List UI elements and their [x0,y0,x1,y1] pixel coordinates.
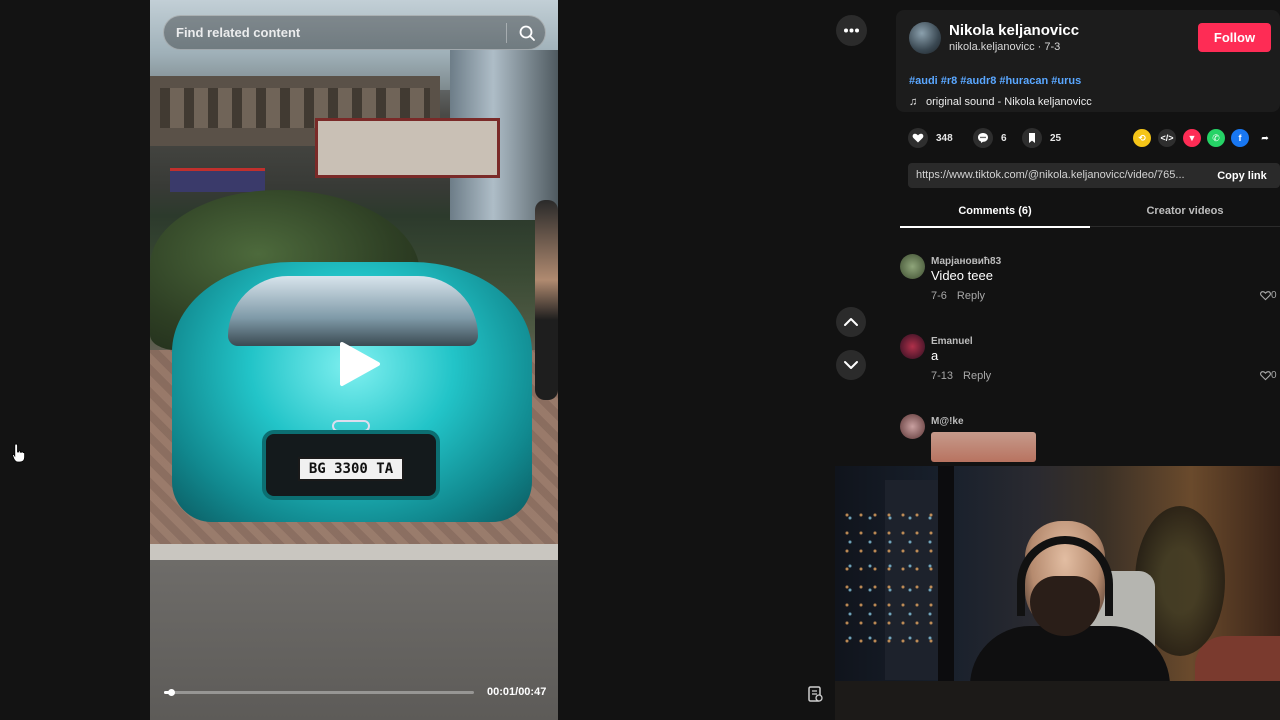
ellipsis-icon [844,28,859,33]
reply-button[interactable]: Reply [957,290,985,302]
video-link-box: https://www.tiktok.com/@nikola.keljanovi… [908,163,1280,188]
favorite-count: 25 [1050,132,1062,144]
commenter-name[interactable]: M@!ke [931,416,964,427]
comment-button[interactable]: 6 [973,127,1007,149]
progress-knob[interactable] [167,689,175,696]
tab-comments[interactable]: Comments (6) [900,197,1090,228]
video-info-card: Nikola keljanovicc nikola.keljanovicc · … [896,10,1280,112]
whatsapp-icon[interactable]: ✆ [1207,129,1225,147]
hand-cursor-icon [12,443,25,463]
hashtag-list: #audi #r8 #audr8 #huracan #urus [909,75,1084,87]
webcam-overlay [835,466,1280,720]
comment-count: 6 [1001,132,1007,144]
chevron-up-icon [844,318,858,326]
related-search-input[interactable] [176,16,496,49]
follow-button[interactable]: Follow [1198,23,1271,52]
facebook-icon[interactable]: f [1231,129,1249,147]
comment-meta: 7-13 Reply [931,370,991,382]
commenter-name[interactable]: Emanuel [931,336,973,347]
hashtag-link[interactable]: #r8 [941,75,958,87]
play-icon[interactable] [336,340,382,388]
commenter-avatar[interactable] [900,334,925,359]
related-search-bar[interactable] [163,15,546,50]
comment-date: 7-13 [931,370,954,382]
tiktok-video-page: BG 3300 TA 00:01/00:47 [0,0,1280,720]
video-time: 00:01/00:47 [487,686,547,698]
heart-outline-icon [1260,371,1271,381]
comment-like-button[interactable]: 0 [1260,290,1277,301]
send-icon[interactable]: ▼ [1183,129,1201,147]
chevron-down-icon [844,361,858,369]
report-icon[interactable] [805,684,825,704]
hashtag-link[interactable]: #huracan [999,75,1048,87]
reply-button[interactable]: Reply [963,370,991,382]
bookmark-icon [1022,128,1042,148]
sound-link[interactable]: ♫ original sound - Nikola keljanovicc [909,96,1092,108]
comment-icon [973,128,993,148]
heart-outline-icon [1260,291,1271,301]
like-button[interactable]: 348 [908,127,953,149]
comment-meta: 7-6 Reply [931,290,985,302]
video-player[interactable]: BG 3300 TA 00:01/00:47 [150,0,558,720]
author-name[interactable]: Nikola keljanovicc [949,22,1079,39]
comment-like-button[interactable]: 0 [1260,370,1277,381]
comment-text: Video teee [931,268,993,283]
license-plate: BG 3300 TA [298,457,404,481]
commenter-avatar[interactable] [900,414,925,439]
panel-tabs: Comments (6) Creator videos [900,197,1280,228]
hashtag-link[interactable]: #urus [1051,75,1081,87]
repost-icon[interactable]: ⟲ [1133,129,1151,147]
next-video-button[interactable] [836,350,866,380]
previous-video-button[interactable] [836,307,866,337]
comment-like-count: 0 [1271,290,1277,301]
search-icon [519,25,535,41]
commenter-avatar[interactable] [900,254,925,279]
tab-creator-videos[interactable]: Creator videos [1090,197,1280,227]
hashtag-link[interactable]: #audr8 [960,75,996,87]
copy-link-button[interactable]: Copy link [1204,163,1280,188]
hashtag-link[interactable]: #audi [909,75,938,87]
music-note-icon: ♫ [909,96,918,108]
comment-like-count: 0 [1271,370,1277,381]
heart-icon [908,128,928,148]
author-avatar[interactable] [909,22,941,54]
favorite-button[interactable]: 25 [1022,127,1061,149]
commenter-name[interactable]: Марјановић83 [931,256,1001,267]
comment-date: 7-6 [931,290,947,302]
comment-image[interactable] [931,432,1036,462]
more-options-button[interactable] [836,15,867,46]
embed-icon[interactable]: </> [1158,129,1176,147]
author-handle-date: nikola.keljanovicc · 7-3 [949,41,1061,53]
share-arrow-icon[interactable]: ➦ [1256,129,1274,147]
like-count: 348 [936,132,953,144]
comment-text: a [931,348,939,363]
sound-title: original sound - Nikola keljanovicc [926,96,1092,108]
video-progress-bar[interactable] [164,689,474,696]
engagement-bar: 348 6 25 ⟲ </> ▼ ✆ f ➦ [908,127,1280,149]
left-blank-area [0,0,150,720]
search-button[interactable] [514,20,540,46]
video-url[interactable]: https://www.tiktok.com/@nikola.keljanovi… [916,169,1198,181]
